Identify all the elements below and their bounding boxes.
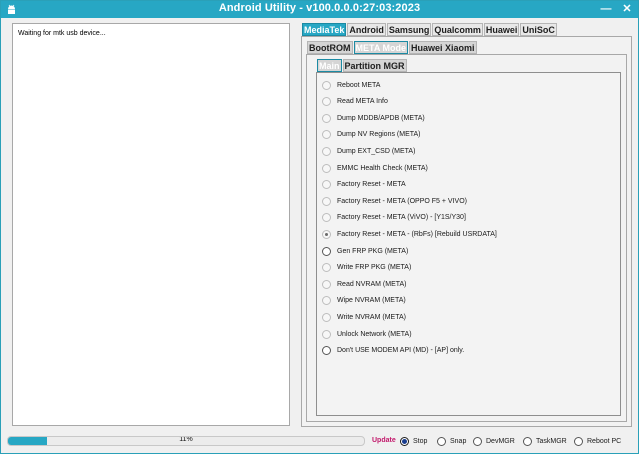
tab-android[interactable]: Android <box>347 23 386 36</box>
option-label: Dump EXT_CSD (META) <box>337 147 416 155</box>
radio-button[interactable] <box>523 436 532 446</box>
tab-mediatek[interactable]: MediaTek <box>302 23 347 36</box>
footer-option-label: TaskMGR <box>536 437 567 445</box>
tab-huawei[interactable]: Huawei <box>483 23 520 36</box>
option-unlock-network[interactable]: Unlock Network (META) <box>322 328 412 340</box>
option-label: Write FRP PKG (META) <box>337 264 412 272</box>
meta-options-list: Reboot META Read META Info Dump MDDB/APD… <box>316 72 621 416</box>
option-gen-frp-pkg[interactable]: Gen FRP PKG (META) <box>322 245 408 257</box>
option-dump-nv-regions[interactable]: Dump NV Regions (META) <box>322 129 421 141</box>
footer-option-reboot-pc[interactable]: Reboot PC <box>574 436 621 446</box>
option-label: EMMC Health Check (META) <box>337 164 428 172</box>
tab-partition-mgr[interactable]: Partition MGR <box>342 59 407 72</box>
footer-option-devmgr[interactable]: DevMGR <box>473 436 515 446</box>
option-label: Factory Reset - META - (RbFs) [Rebuild U… <box>337 230 497 238</box>
window-title: Android Utility - v100.0.0.0:27:03:2023 <box>218 2 421 14</box>
radio-button[interactable] <box>322 113 331 123</box>
option-dump-ext-csd[interactable]: Dump EXT_CSD (META) <box>322 145 415 157</box>
radio-button[interactable] <box>437 436 446 446</box>
tab-huawei-xiaomi[interactable]: Huawei Xiaomi <box>409 41 477 54</box>
footer-option-label: DevMGR <box>486 437 515 445</box>
option-label: Unlock Network (META) <box>337 330 412 338</box>
title-bar[interactable]: Android Utility - v100.0.0.0:27:03:2023 … <box>1 1 638 18</box>
option-factory-reset-rbfs[interactable]: Factory Reset - META - (RbFs) [Rebuild U… <box>322 228 497 240</box>
option-label: Wipe NVRAM (META) <box>337 297 406 305</box>
radio-button[interactable] <box>322 146 331 156</box>
option-read-meta-info[interactable]: Read META Info <box>322 96 388 108</box>
radio-button[interactable] <box>322 163 331 173</box>
option-label: Factory Reset - META (OPPO F5 + VIVO) <box>337 197 467 205</box>
radio-button[interactable] <box>322 263 331 273</box>
progress-text: 11% <box>179 436 193 443</box>
footer-option-snap[interactable]: Snap <box>437 436 466 446</box>
radio-button[interactable] <box>322 346 331 356</box>
radio-button[interactable] <box>322 180 331 190</box>
radio-button[interactable] <box>322 312 331 322</box>
footer-option-taskmgr[interactable]: TaskMGR <box>523 436 567 446</box>
close-button[interactable]: ✕ <box>620 2 634 16</box>
option-label: Don't USE MODEM API (MD) - [AP] only. <box>337 347 465 355</box>
progress-bar: 11% <box>7 436 365 446</box>
option-label: Dump MDDB/APDB (META) <box>337 114 425 122</box>
radio-button[interactable] <box>322 130 331 140</box>
radio-button[interactable] <box>473 436 482 446</box>
sub-tabs: Main Partition MGR <box>317 59 408 73</box>
footer-option-stop[interactable]: Stop <box>400 436 427 446</box>
option-read-nvram[interactable]: Read NVRAM (META) <box>322 278 407 290</box>
radio-button[interactable] <box>322 279 331 289</box>
option-label: Dump NV Regions (META) <box>337 131 421 139</box>
radio-button[interactable] <box>322 213 331 223</box>
option-label: Factory Reset - META <box>337 181 406 189</box>
tab-samsung[interactable]: Samsung <box>386 23 432 36</box>
option-label: Gen FRP PKG (META) <box>337 247 409 255</box>
footer-option-label: Reboot PC <box>587 437 622 445</box>
option-label: Read NVRAM (META) <box>337 280 407 288</box>
tab-meta-mode[interactable]: META Mode <box>353 41 408 54</box>
radio-button[interactable] <box>322 97 331 107</box>
tab-main[interactable]: Main <box>317 59 342 72</box>
option-emmc-health-check[interactable]: EMMC Health Check (META) <box>322 162 428 174</box>
log-message: Waiting for mtk usb device... <box>18 30 106 37</box>
radio-button[interactable] <box>400 436 409 446</box>
option-write-nvram[interactable]: Write NVRAM (META) <box>322 311 406 323</box>
radio-button[interactable] <box>574 436 583 446</box>
option-label: Reboot META <box>337 81 381 89</box>
tab-unisoc[interactable]: UniSoC <box>520 23 557 36</box>
log-output[interactable]: Waiting for mtk usb device... <box>12 23 290 426</box>
radio-button[interactable] <box>322 246 331 256</box>
option-label: Write NVRAM (META) <box>337 313 406 321</box>
option-label: Read META Info <box>337 98 388 106</box>
footer-option-label: Stop <box>413 437 428 445</box>
mode-tabs: BootROM META Mode Huawei Xiaomi <box>307 41 478 55</box>
radio-button[interactable] <box>322 229 331 239</box>
radio-button[interactable] <box>322 196 331 206</box>
update-link[interactable]: Update <box>372 437 396 444</box>
minimize-button[interactable]: — <box>599 2 613 16</box>
option-dont-use-modem-api[interactable]: Don't USE MODEM API (MD) - [AP] only. <box>322 345 464 357</box>
vendor-tabs: MediaTek Android Samsung Qualcomm Huawei… <box>302 23 558 37</box>
option-factory-reset-oppo-vivo[interactable]: Factory Reset - META (OPPO F5 + VIVO) <box>322 195 467 207</box>
radio-button[interactable] <box>322 296 331 306</box>
radio-button[interactable] <box>322 80 331 90</box>
app-window: Android Utility - v100.0.0.0:27:03:2023 … <box>0 0 639 454</box>
option-dump-mddb-apdb[interactable]: Dump MDDB/APDB (META) <box>322 112 425 124</box>
option-factory-reset-meta[interactable]: Factory Reset - META <box>322 179 406 191</box>
option-wipe-nvram[interactable]: Wipe NVRAM (META) <box>322 295 406 307</box>
option-factory-reset-vivo-y1s-y30[interactable]: Factory Reset - META (ViVO) - [Y1S/Y30] <box>322 212 466 224</box>
footer-option-label: Snap <box>450 437 467 445</box>
option-label: Factory Reset - META (ViVO) - [Y1S/Y30] <box>337 214 466 222</box>
radio-button[interactable] <box>322 329 331 339</box>
option-reboot-meta[interactable]: Reboot META <box>322 79 380 91</box>
tab-qualcomm[interactable]: Qualcomm <box>432 23 483 36</box>
option-write-frp-pkg[interactable]: Write FRP PKG (META) <box>322 262 411 274</box>
tab-bootrom[interactable]: BootROM <box>307 41 353 54</box>
